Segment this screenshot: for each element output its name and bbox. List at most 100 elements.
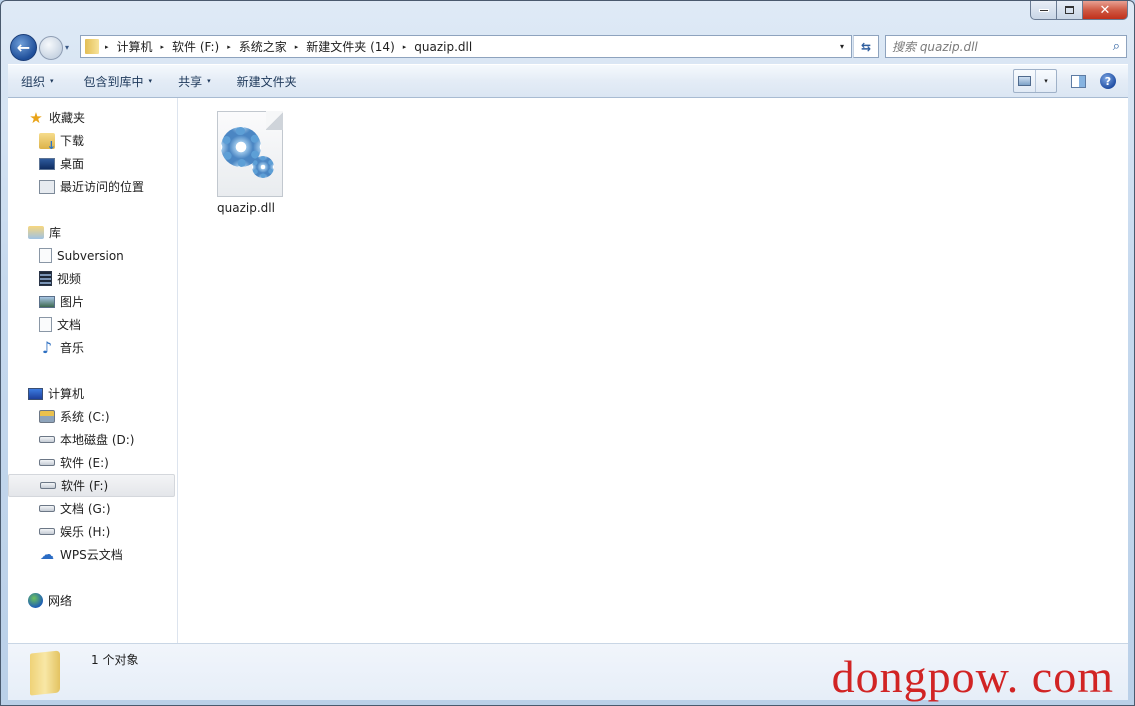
sidebar-item-label: 计算机: [48, 387, 85, 401]
sidebar-item-label: Subversion: [57, 248, 124, 263]
music-note-icon: ♪: [41, 338, 53, 357]
drive-icon: [39, 505, 55, 512]
sidebar-item-label: 软件 (E:): [60, 456, 109, 470]
change-view-button[interactable]: ▾: [1013, 69, 1057, 93]
sidebar-item-pictures[interactable]: 图片: [8, 290, 177, 313]
sidebar-item-label: 图片: [60, 295, 85, 309]
share-menu[interactable]: 共享 ▾: [165, 69, 224, 93]
sidebar-item-label: 桌面: [60, 157, 85, 171]
search-icon[interactable]: ⌕: [1113, 39, 1120, 54]
sidebar-item-drive-e[interactable]: 软件 (E:): [8, 451, 177, 474]
file-item[interactable]: quazip.dll: [207, 109, 285, 215]
sidebar-item-desktop[interactable]: 桌面: [8, 152, 177, 175]
drive-icon: [39, 436, 55, 443]
breadcrumb-new-folder-14[interactable]: 新建文件夹 (14): [302, 38, 398, 55]
view-icon[interactable]: [1014, 70, 1035, 92]
sidebar-item-wps-cloud[interactable]: ☁ WPS云文档: [8, 543, 177, 566]
explorer-window: ✕ ← ▾ ▸ 计算机 ▸ 软件 (F:) ▸ 系统之家 ▸ 新建文件夹 (14…: [0, 0, 1135, 706]
include-in-library-menu[interactable]: 包含到库中 ▾: [71, 69, 166, 93]
sidebar-item-label: WPS云文档: [60, 548, 123, 562]
refresh-button[interactable]: ⇆: [853, 35, 879, 58]
network-group: 网络: [8, 589, 177, 612]
sidebar-item-computer[interactable]: 计算机: [8, 382, 177, 405]
drive-icon: [39, 459, 55, 466]
folder-icon: [30, 650, 60, 696]
refresh-icon: ⇆: [860, 39, 872, 54]
sidebar-item-label: 文档 (G:): [60, 502, 111, 516]
chevron-down-icon: ▾: [148, 77, 153, 85]
sidebar-item-libraries[interactable]: 库: [8, 221, 177, 244]
sidebar-item-label: 软件 (F:): [61, 479, 109, 493]
sidebar-item-music[interactable]: ♪ 音乐: [8, 336, 177, 359]
system-drive-icon: [39, 410, 55, 423]
sidebar-item-label: 视频: [57, 272, 82, 286]
libraries-group: 库 Subversion 视频 图片 文档 ♪ 音乐: [8, 221, 177, 359]
cloud-icon: ☁: [40, 546, 54, 563]
new-folder-button[interactable]: 新建文件夹: [224, 69, 310, 93]
sidebar-item-drive-c[interactable]: 系统 (C:): [8, 405, 177, 428]
gear-icon: [252, 156, 274, 178]
breadcrumb-separator[interactable]: ▸: [291, 43, 303, 51]
back-arrow-icon: ←: [16, 38, 31, 57]
sidebar-item-label: 下载: [60, 134, 85, 148]
breadcrumb-drive-f[interactable]: 软件 (F:): [168, 38, 223, 55]
sidebar-item-network[interactable]: 网络: [8, 589, 177, 612]
minimize-button[interactable]: [1030, 1, 1057, 20]
breadcrumb-separator[interactable]: ▸: [223, 43, 235, 51]
breadcrumb-separator[interactable]: ▸: [399, 43, 411, 51]
search-input[interactable]: [892, 39, 1113, 54]
recent-places-icon: [39, 179, 55, 194]
sidebar-item-label: 音乐: [60, 341, 85, 355]
search-box[interactable]: ⌕: [885, 35, 1127, 58]
drive-icon: [39, 528, 55, 535]
address-bar[interactable]: ▸ 计算机 ▸ 软件 (F:) ▸ 系统之家 ▸ 新建文件夹 (14) ▸ qu…: [80, 35, 852, 58]
drive-icon: [40, 482, 56, 489]
breadcrumb-quazip-dll[interactable]: quazip.dll: [410, 40, 476, 54]
computer-group: 计算机 系统 (C:) 本地磁盘 (D:) 软件 (E:) 软件 (F:) 文档…: [8, 382, 177, 566]
sidebar-item-drive-g[interactable]: 文档 (G:): [8, 497, 177, 520]
sidebar-item-subversion[interactable]: Subversion: [8, 244, 177, 267]
breadcrumb-separator[interactable]: ▸: [157, 43, 169, 51]
forward-button[interactable]: [39, 35, 63, 60]
address-dropdown-button[interactable]: ▾: [833, 42, 851, 51]
file-list[interactable]: quazip.dll: [178, 98, 1128, 643]
sidebar-item-label: 收藏夹: [49, 111, 86, 125]
include-in-library-label: 包含到库中: [83, 74, 144, 89]
item-count: 1 个对象: [91, 653, 139, 667]
sidebar-item-drive-d[interactable]: 本地磁盘 (D:): [8, 428, 177, 451]
close-button[interactable]: ✕: [1083, 1, 1128, 20]
recent-pages-dropdown[interactable]: ▾: [65, 43, 69, 52]
dll-file-icon: [213, 109, 283, 197]
help-icon[interactable]: ?: [1100, 73, 1116, 89]
star-icon: ★: [29, 108, 43, 127]
sidebar-item-label: 娱乐 (H:): [60, 525, 111, 539]
sidebar-item-recent-places[interactable]: 最近访问的位置: [8, 175, 177, 198]
preview-pane-icon[interactable]: [1071, 74, 1086, 88]
sidebar-item-label: 最近访问的位置: [60, 180, 145, 194]
content-area: ★ 收藏夹 下载 桌面 最近访问的位置 库 Subversion 视频 图片 文档…: [8, 98, 1128, 643]
organize-label: 组织: [21, 74, 46, 89]
organize-menu[interactable]: 组织 ▾: [8, 69, 67, 93]
command-bar: 组织 ▾ 包含到库中 ▾ 共享 ▾ 新建文件夹 ▾ ?: [8, 64, 1128, 98]
sidebar-item-drive-f[interactable]: 软件 (F:): [8, 474, 175, 497]
downloads-folder-icon: [39, 132, 56, 152]
library-icon: [28, 226, 44, 239]
sidebar-item-label: 本地磁盘 (D:): [60, 433, 135, 447]
sidebar-item-documents[interactable]: 文档: [8, 313, 177, 336]
view-options-dropdown[interactable]: ▾: [1035, 70, 1056, 92]
document-icon: [39, 317, 52, 332]
sidebar-item-label: 网络: [48, 594, 73, 608]
sidebar-item-videos[interactable]: 视频: [8, 267, 177, 290]
video-icon: [39, 271, 52, 286]
chevron-down-icon: ▾: [50, 77, 54, 85]
maximize-button[interactable]: [1057, 1, 1083, 20]
details-pane: 1 个对象 dongpow. com: [8, 643, 1128, 702]
sidebar-item-drive-h[interactable]: 娱乐 (H:): [8, 520, 177, 543]
sidebar-item-favorites[interactable]: ★ 收藏夹: [8, 106, 177, 129]
breadcrumb-xitongzhijia[interactable]: 系统之家: [235, 38, 291, 55]
navigation-pane[interactable]: ★ 收藏夹 下载 桌面 最近访问的位置 库 Subversion 视频 图片 文档…: [8, 98, 178, 643]
breadcrumb-separator[interactable]: ▸: [101, 43, 113, 51]
sidebar-item-downloads[interactable]: 下载: [8, 129, 177, 152]
back-button[interactable]: ←: [10, 34, 37, 61]
breadcrumb-computer[interactable]: 计算机: [113, 38, 157, 55]
